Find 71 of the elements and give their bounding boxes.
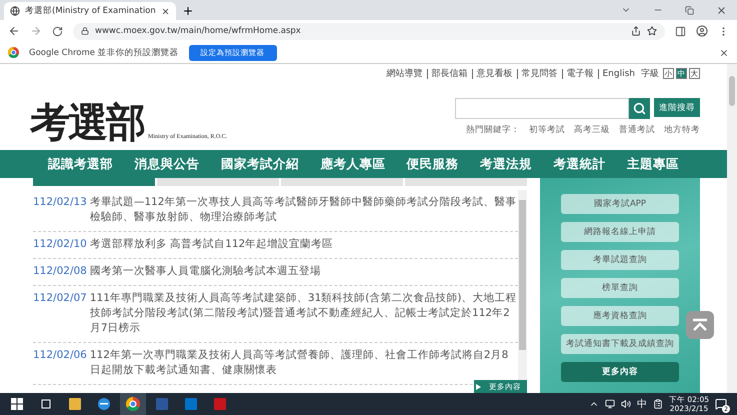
volume-icon[interactable] xyxy=(621,399,631,409)
nav-item[interactable]: 考選統計 xyxy=(554,156,606,172)
news-link[interactable]: 考畢試題—112年第一次專技人員高等考試醫師牙醫師中醫師藥師考試分階段考試、醫事檢驗師、醫事放射師、物理治療師考試 xyxy=(90,195,518,225)
lock-icon xyxy=(81,27,89,35)
address-bar[interactable]: wwwc.moex.gov.tw/main/home/wfrmHome.aspx xyxy=(73,22,665,40)
news-date: 112/02/07 xyxy=(33,291,87,306)
top-link[interactable]: 電子報 xyxy=(562,68,598,78)
restore-icon[interactable] xyxy=(685,6,694,14)
nav-item[interactable]: 消息與公告 xyxy=(134,156,200,172)
profile-icon[interactable] xyxy=(696,25,708,37)
new-tab-icon[interactable] xyxy=(182,5,194,17)
news-link[interactable]: 112年第一次專門職業及技術人員高等考試營養師、護理師、社會工作師考試將自2月8日起開放下載考試通知書、健康關懷表 xyxy=(90,348,518,378)
nav-item[interactable]: 便民服務 xyxy=(406,156,459,172)
news-date: 112/02/13 xyxy=(33,195,87,210)
news-date: 112/02/08 xyxy=(33,264,87,279)
star-icon[interactable] xyxy=(647,26,657,36)
search-field[interactable] xyxy=(455,98,629,119)
logo-title[interactable]: 考選部 xyxy=(30,95,144,150)
infobar-message: Google Chrome 並非你的預設瀏覽器 xyxy=(29,46,179,58)
share-icon[interactable] xyxy=(631,26,641,36)
top-link[interactable]: 意見看板 xyxy=(472,68,516,78)
sidebar-more-button[interactable]: 更多內容 xyxy=(561,362,679,382)
reload-icon[interactable] xyxy=(52,26,63,36)
back-icon[interactable] xyxy=(8,25,20,37)
news-date: 112/02/06 xyxy=(33,348,87,363)
page-scrollbar[interactable] xyxy=(727,64,737,393)
hot-keywords-label: 熱門關鍵字： xyxy=(466,124,520,136)
task-view-icon[interactable] xyxy=(40,398,52,410)
nav-item[interactable]: 應考人專區 xyxy=(320,156,386,172)
top-link[interactable]: English xyxy=(598,68,639,78)
network-icon[interactable] xyxy=(605,399,615,409)
globe-icon xyxy=(10,6,20,16)
clipboard-icon[interactable] xyxy=(653,399,663,409)
nav-item[interactable]: 認識考選部 xyxy=(48,156,113,172)
scrollbar[interactable] xyxy=(518,190,527,380)
input-method[interactable]: 中 xyxy=(637,397,647,411)
top-link[interactable]: 網站導覽 xyxy=(382,68,426,78)
close-icon[interactable] xyxy=(719,48,729,58)
play-icon xyxy=(476,384,481,390)
news-link[interactable]: 考選部釋放利多 高普考試自112年起增設宜蘭考區 xyxy=(90,237,518,252)
arrow-up-icon xyxy=(692,318,708,332)
nav-item[interactable]: 國家考試介紹 xyxy=(220,156,299,172)
news-date: 112/02/10 xyxy=(33,237,87,252)
close-icon[interactable] xyxy=(160,6,170,16)
sidebar-button[interactable]: 國家考試APP xyxy=(561,194,679,214)
back-to-top-button[interactable] xyxy=(686,311,714,339)
search-button[interactable] xyxy=(629,98,650,119)
sidebar-button[interactable]: 考畢試題查詢 xyxy=(561,250,679,270)
search-icon xyxy=(633,102,646,115)
sidebar-button[interactable]: 榜單查詢 xyxy=(561,278,679,298)
top-link[interactable]: 常見問答 xyxy=(516,68,562,78)
chrome-logo-icon xyxy=(8,47,19,58)
keyword-link[interactable]: 高考三級 xyxy=(574,124,610,136)
browser-tab[interactable]: 考選部(Ministry of Examination xyxy=(4,2,176,20)
keyword-link[interactable]: 普通考試 xyxy=(619,124,655,136)
windows-icon[interactable] xyxy=(11,398,23,410)
news-link[interactable]: 111年專門職業及技術人員高等考試建築師、31類科技師(含第二次食品技師)、大地工程技師考試分階段考試(第二階段考試)暨普通考試不動產經紀人、記帳士考試定於112年2月7日榜示 xyxy=(90,291,518,336)
font-size-label: 字級 xyxy=(640,68,660,80)
side-panel-icon[interactable] xyxy=(675,26,686,36)
nav-item[interactable]: 主題專區 xyxy=(626,156,679,172)
advanced-search-button[interactable]: 進階搜尋 xyxy=(654,98,700,117)
nav-item[interactable]: 考選法規 xyxy=(480,156,532,172)
sidebar-button[interactable]: 考試通知書下載及成績查詢 xyxy=(561,334,679,354)
sidebar-button[interactable]: 網路報名線上申請 xyxy=(561,222,679,242)
sidebar-button[interactable]: 應考資格查詢 xyxy=(561,306,679,326)
chrome-icon[interactable] xyxy=(126,397,140,411)
keyword-link[interactable]: 地方特考 xyxy=(664,124,700,136)
news-link[interactable]: 國考第一次醫事人員電腦化測驗考試本週五登場 xyxy=(90,264,518,279)
top-link[interactable]: 部長信箱 xyxy=(426,68,472,78)
close-window-icon[interactable] xyxy=(716,4,727,16)
keyword-link[interactable]: 初等考試 xyxy=(529,124,565,136)
